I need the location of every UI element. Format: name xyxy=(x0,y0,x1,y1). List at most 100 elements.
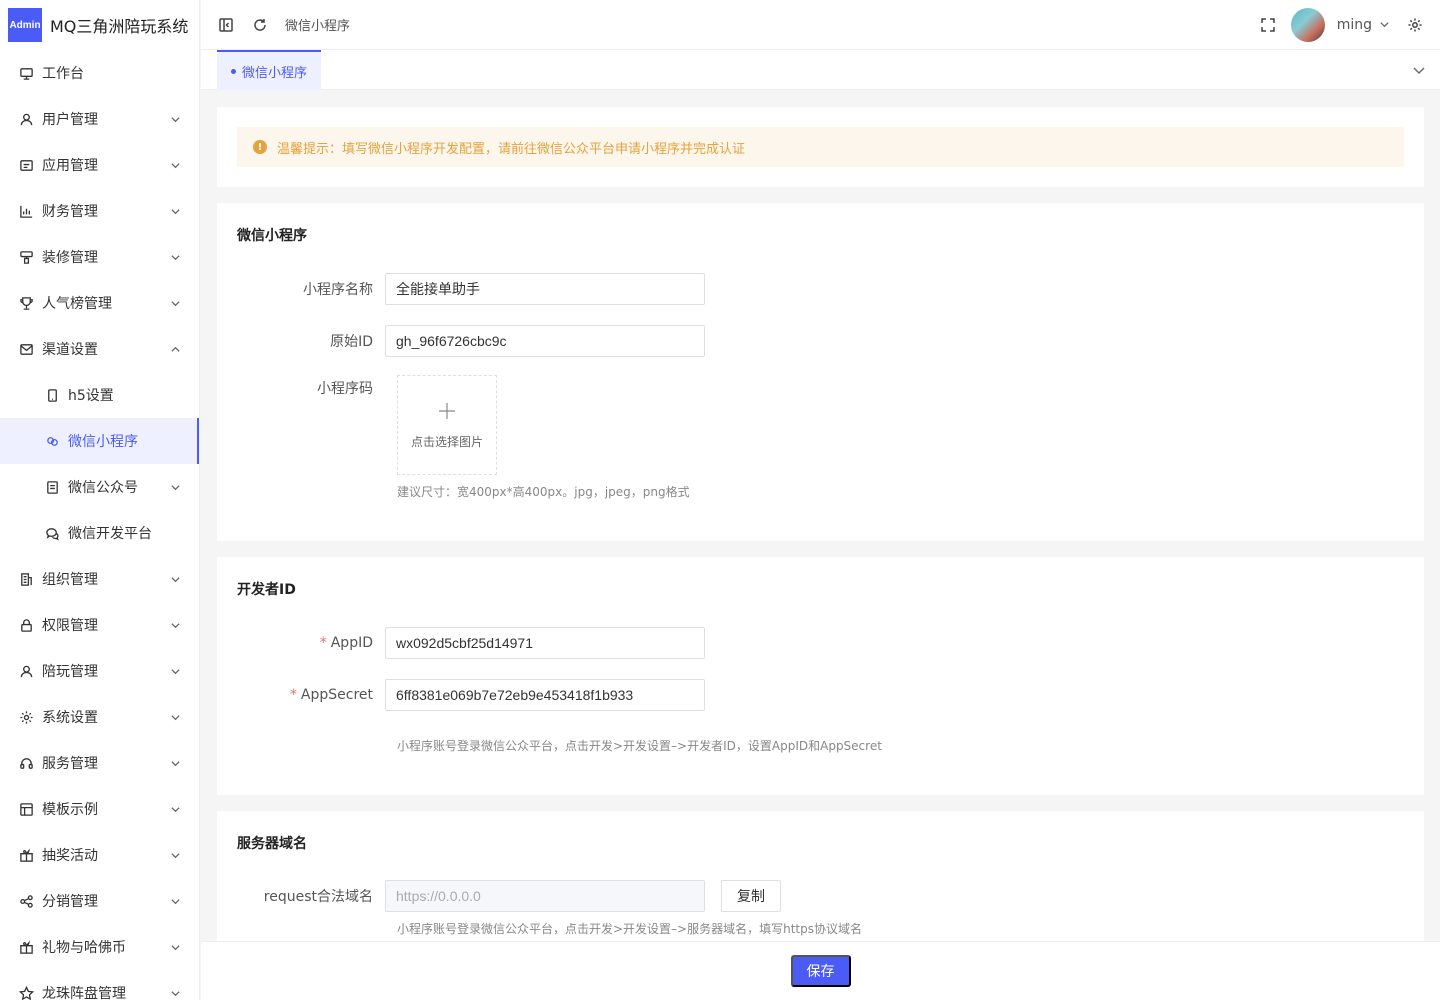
form-row-request-domain: request合法域名 复制 xyxy=(217,880,781,912)
copy-button[interactable]: 复制 xyxy=(721,880,781,912)
tab-wechat-miniprogram[interactable]: 微信小程序 xyxy=(217,50,322,90)
chevron-down-icon xyxy=(169,251,181,263)
brand-title: MQ三角洲陪玩系统 xyxy=(50,17,189,36)
sidebar-item-label: 应用管理 xyxy=(42,158,98,174)
brand[interactable]: Admin MQ三角洲陪玩系统 xyxy=(0,0,199,50)
origin-id-label: 原始ID xyxy=(330,334,373,350)
collapse-sidebar-icon[interactable] xyxy=(217,16,235,34)
sidebar-item-wechat-open-platform[interactable]: 微信开发平台 xyxy=(0,510,199,556)
sidebar-item-h5[interactable]: h5设置 xyxy=(0,372,199,418)
appsecret-input[interactable] xyxy=(385,679,705,711)
chevron-down-icon xyxy=(169,665,181,677)
chevron-down-icon xyxy=(169,205,181,217)
sidebar-item-distribution[interactable]: 分销管理 xyxy=(0,878,199,924)
brush-icon xyxy=(18,249,34,265)
user-name[interactable]: ming xyxy=(1337,17,1372,33)
gift-icon xyxy=(18,847,34,863)
chevron-down-icon xyxy=(169,941,181,953)
chevron-down-icon[interactable] xyxy=(1378,19,1390,31)
save-button[interactable]: 保存 xyxy=(790,954,851,987)
chat-icon xyxy=(44,525,60,541)
section-title: 服务器域名 xyxy=(237,836,307,852)
sidebar-item-apps[interactable]: 应用管理 xyxy=(0,142,199,188)
tabs-bar: 微信小程序 xyxy=(201,50,1440,90)
headset-icon xyxy=(18,755,34,771)
sidebar-item-label: 工作台 xyxy=(42,66,84,82)
developer-card: 开发者ID *AppID *AppSecret 小程序账号登录微信公众平台，点击… xyxy=(217,557,1424,795)
sidebar-menu: 工作台 用户管理 应用管理 财务管理 装修管理 人气榜管理 渠道设置 h5设置 … xyxy=(0,50,199,1000)
sidebar-item-label: 组织管理 xyxy=(42,572,98,588)
sidebar-item-service[interactable]: 服务管理 xyxy=(0,740,199,786)
sidebar-item-label: 装修管理 xyxy=(42,250,98,266)
chevron-down-icon xyxy=(169,297,181,309)
brand-logo: Admin xyxy=(8,8,42,42)
mail-icon xyxy=(18,341,34,357)
request-domain-label: request合法域名 xyxy=(263,889,373,905)
sidebar-item-label: 用户管理 xyxy=(42,112,98,128)
refresh-icon[interactable] xyxy=(251,16,269,34)
chevron-down-icon xyxy=(169,987,181,999)
sidebar-item-label: 权限管理 xyxy=(42,618,98,634)
sidebar-item-workbench[interactable]: 工作台 xyxy=(0,50,199,96)
sidebar-item-wechat-official[interactable]: 微信公众号 xyxy=(0,464,199,510)
gift-icon xyxy=(18,939,34,955)
tab-label: 微信小程序 xyxy=(242,65,308,81)
chevron-up-icon xyxy=(169,343,181,355)
chevron-down-icon xyxy=(169,481,181,493)
sidebar-item-companions[interactable]: 陪玩管理 xyxy=(0,648,199,694)
chevron-down-icon[interactable] xyxy=(1412,63,1426,77)
sidebar-item-label: 礼物与哈佛币 xyxy=(42,940,126,956)
warning-icon: ! xyxy=(253,140,267,154)
sidebar-item-gifts[interactable]: 礼物与哈佛币 xyxy=(0,924,199,970)
sidebar-item-wechat-miniprogram[interactable]: 微信小程序 xyxy=(0,418,199,464)
document-icon xyxy=(44,479,60,495)
sidebar-item-users[interactable]: 用户管理 xyxy=(0,96,199,142)
notice-card: ! 温馨提示：填写微信小程序开发配置，请前往微信公众平台申请小程序并完成认证 xyxy=(217,107,1424,187)
chevron-down-icon xyxy=(169,159,181,171)
sidebar-item-dragonball[interactable]: 龙珠阵盘管理 xyxy=(0,970,199,1000)
chevron-down-icon xyxy=(169,849,181,861)
sidebar-item-label: 龙珠阵盘管理 xyxy=(42,986,126,1000)
lock-icon xyxy=(18,617,34,633)
sidebar-item-label: 模板示例 xyxy=(42,802,98,818)
sidebar-item-label: 财务管理 xyxy=(42,204,98,220)
sidebar-item-decoration[interactable]: 装修管理 xyxy=(0,234,199,280)
sidebar-item-label: 抽奖活动 xyxy=(42,848,98,864)
chevron-down-icon xyxy=(169,757,181,769)
user-icon xyxy=(18,111,34,127)
sidebar-item-finance[interactable]: 财务管理 xyxy=(0,188,199,234)
sidebar-item-popularity[interactable]: 人气榜管理 xyxy=(0,280,199,326)
chart-icon xyxy=(18,203,34,219)
miniprogram-code-label: 小程序码 xyxy=(317,381,373,397)
footer-bar: 保存 xyxy=(201,941,1440,1000)
card-icon xyxy=(18,157,34,173)
chevron-down-icon xyxy=(169,619,181,631)
gear-icon[interactable] xyxy=(1406,16,1424,34)
miniprogram-name-input[interactable] xyxy=(385,273,705,305)
sidebar-item-label: 微信小程序 xyxy=(68,434,138,450)
miniprogram-name-label: 小程序名称 xyxy=(303,282,373,298)
notice-text: 温馨提示：填写微信小程序开发配置，请前往微信公众平台申请小程序并完成认证 xyxy=(277,141,746,157)
sidebar-item-lottery[interactable]: 抽奖活动 xyxy=(0,832,199,878)
appid-input[interactable] xyxy=(385,627,705,659)
sidebar-item-channels[interactable]: 渠道设置 xyxy=(0,326,199,372)
trophy-icon xyxy=(18,295,34,311)
sidebar-item-permissions[interactable]: 权限管理 xyxy=(0,602,199,648)
form-row-origin-id: 原始ID xyxy=(217,325,705,357)
chevron-down-icon xyxy=(169,573,181,585)
sidebar-item-system[interactable]: 系统设置 xyxy=(0,694,199,740)
sidebar-item-organization[interactable]: 组织管理 xyxy=(0,556,199,602)
origin-id-input[interactable] xyxy=(385,325,705,357)
fullscreen-icon[interactable] xyxy=(1259,16,1277,34)
sidebar-item-label: 分销管理 xyxy=(42,894,98,910)
gear-icon xyxy=(18,709,34,725)
top-header: 微信小程序 ming xyxy=(201,0,1440,50)
sidebar-item-label: 微信公众号 xyxy=(68,480,138,496)
required-mark: * xyxy=(289,687,297,703)
image-upload[interactable]: 点击选择图片 xyxy=(397,375,497,475)
tab-active-dot xyxy=(231,68,236,74)
sidebar-item-templates[interactable]: 模板示例 xyxy=(0,786,199,832)
miniprogram-card: 微信小程序 小程序名称 原始ID 小程序码 点击选择图片 建议尺寸：宽400px… xyxy=(217,203,1424,541)
header-actions: ming xyxy=(1243,7,1440,42)
avatar[interactable] xyxy=(1290,7,1325,42)
